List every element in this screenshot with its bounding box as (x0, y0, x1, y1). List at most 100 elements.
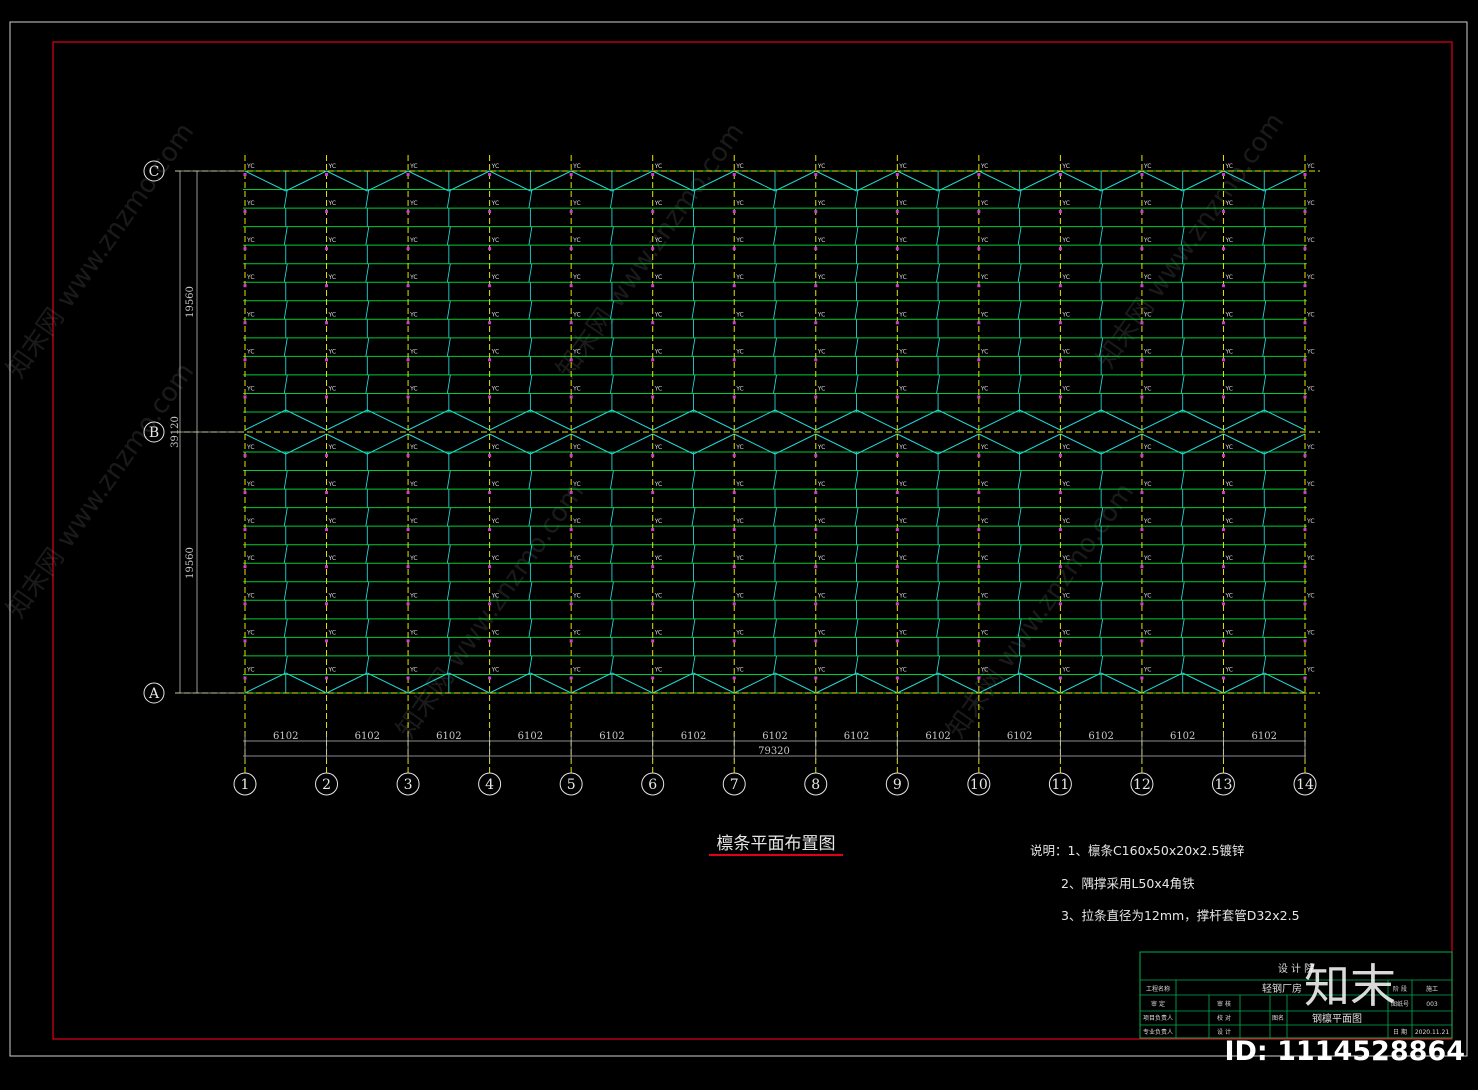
purlin-tag: YC (817, 444, 826, 451)
tie-rod (1017, 374, 1022, 394)
diagonal-brace (1019, 409, 1061, 431)
purlin-tag: YC (328, 629, 337, 636)
purlin-tag: YC (1143, 592, 1152, 599)
purlin-tag: YC (1224, 629, 1233, 636)
purlin-marker (1303, 639, 1307, 643)
purlin-marker (977, 395, 981, 399)
diagonal-brace (1182, 672, 1224, 694)
tie-rod (691, 263, 696, 283)
purlin-marker (488, 321, 492, 325)
purlin-marker (895, 454, 899, 457)
purlin-tag: YC (328, 163, 337, 170)
purlin-tag: YC (735, 311, 744, 318)
purlin-marker (651, 639, 655, 643)
purlin-tag: YC (246, 237, 255, 244)
purlin-marker (977, 528, 981, 532)
tie-rod (528, 655, 533, 675)
purlin-tag: YC (735, 518, 744, 525)
purlin-marker (325, 602, 329, 606)
purlin-marker (488, 247, 492, 251)
purlin-tag: YC (246, 348, 255, 355)
purlin-marker (977, 358, 981, 362)
tie-rod (773, 470, 777, 490)
tie-rod (609, 581, 614, 601)
axis-row-C: C (149, 164, 160, 180)
purlin-marker (1058, 358, 1062, 362)
purlin-tag: YC (1143, 385, 1152, 392)
purlin-marker (1140, 210, 1144, 214)
purlin-tag: YC (1224, 666, 1233, 673)
purlin-marker (732, 210, 736, 214)
tie-rod (528, 263, 533, 283)
purlin-marker (895, 602, 899, 606)
purlin-tag: YC (735, 385, 744, 392)
purlin-tag: YC (328, 348, 337, 355)
purlin-marker (1058, 173, 1062, 176)
diagonal-brace (1060, 409, 1102, 431)
purlin-tag: YC (1224, 274, 1233, 281)
tie-rod (446, 581, 451, 601)
tie-rod (283, 470, 288, 490)
purlin-tag: YC (1224, 481, 1233, 488)
purlin-tag: YC (817, 555, 826, 562)
tie-rod (528, 470, 533, 490)
purlin-tag: YC (1143, 200, 1152, 207)
tie-rod (1017, 507, 1022, 527)
purlin-marker (243, 210, 247, 214)
purlin-marker (1303, 602, 1307, 606)
diagonal-brace (285, 170, 327, 192)
tie-rod (773, 507, 777, 527)
tb-date-value: 2020.11.21 (1415, 1029, 1450, 1036)
purlin-marker (488, 358, 492, 362)
tie-rod (854, 337, 859, 357)
tie-rod (854, 470, 859, 490)
tie-rod (691, 226, 696, 246)
tie-rod (283, 544, 288, 564)
tie-rod (365, 374, 370, 394)
purlin-marker (895, 395, 899, 399)
purlin-marker (569, 284, 573, 288)
purlin-tag: YC (898, 237, 907, 244)
diagonal-brace (815, 672, 857, 694)
diagonal-brace (1019, 433, 1061, 455)
purlin-marker (977, 491, 981, 495)
purlin-tag: YC (491, 274, 500, 281)
purlin-tag: YC (491, 518, 500, 525)
tie-rod (1017, 300, 1022, 320)
tie-rod (936, 581, 941, 601)
purlin-marker (895, 528, 899, 532)
tie-rod (936, 337, 941, 357)
purlin-marker (1303, 395, 1307, 399)
purlin-tag: YC (572, 163, 581, 170)
purlin-marker (406, 173, 410, 176)
purlin-tag: YC (1143, 555, 1152, 562)
diagonal-brace (530, 433, 572, 455)
purlin-tag: YC (246, 311, 255, 318)
purlin-marker (732, 602, 736, 606)
tie-rod (365, 581, 370, 601)
purlin-tag: YC (491, 444, 500, 451)
purlin-tag: YC (572, 311, 581, 318)
tie-rod (283, 507, 288, 527)
diagonal-brace (611, 409, 653, 431)
purlin-marker (814, 528, 818, 532)
purlin-tag: YC (735, 237, 744, 244)
purlin-tag: YC (817, 629, 826, 636)
tie-rod (283, 374, 288, 394)
tie-rod (854, 507, 859, 527)
purlin-tag: YC (980, 555, 989, 562)
purlin-tag: YC (654, 348, 663, 355)
purlin-marker (814, 454, 818, 457)
tb-row2-label-2: 校 对 (1217, 1014, 1231, 1022)
purlin-marker (895, 491, 899, 495)
tie-rod (691, 470, 696, 490)
tie-rod (1017, 581, 1022, 601)
purlin-tag: YC (409, 555, 418, 562)
diagonal-brace (856, 409, 898, 431)
purlin-tag: YC (1061, 518, 1070, 525)
purlin-marker (569, 247, 573, 251)
bay-dimension: 6102 (355, 731, 380, 742)
purlin-marker (1140, 676, 1144, 680)
diagonal-brace (611, 672, 653, 694)
tie-rod (528, 581, 533, 601)
